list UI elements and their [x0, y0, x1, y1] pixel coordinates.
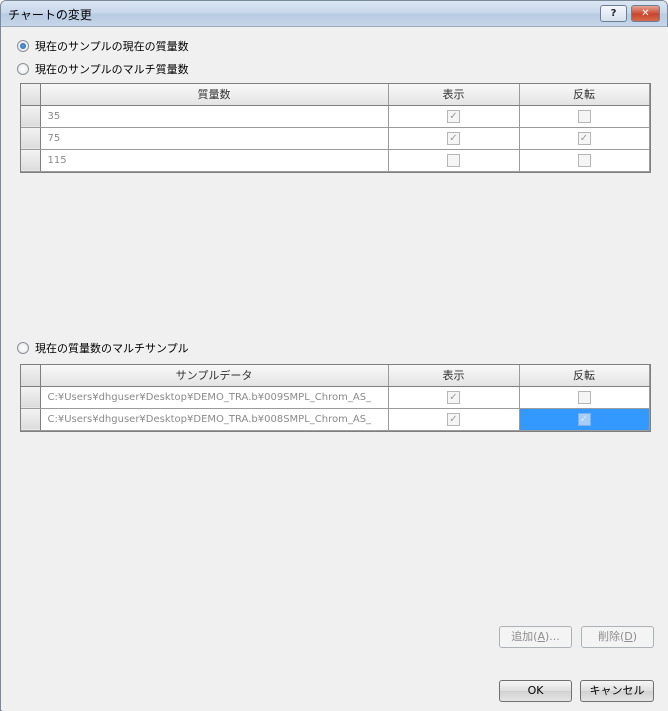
invert-checkbox[interactable]: ✓ [577, 412, 591, 426]
add-accesskey: A [537, 630, 546, 643]
column-header-show[interactable]: 表示 [388, 84, 520, 106]
radio-unchecked-icon[interactable] [17, 63, 29, 75]
sample-path-cell[interactable]: C:¥Users¥dhguser¥Desktop¥DEMO_TRA.b¥008S… [40, 408, 389, 431]
close-button[interactable]: ✕ [631, 5, 660, 22]
table-row[interactable]: C:¥Users¥dhguser¥Desktop¥DEMO_TRA.b¥008S… [21, 408, 650, 431]
dialog-content: 現在のサンプルの現在の質量数 現在のサンプルのマルチ質量数 質量数 表示 反転 … [2, 27, 668, 711]
delete-button[interactable]: 削除(D) [581, 626, 654, 648]
column-header-mass[interactable]: 質量数 [40, 84, 389, 106]
radio-label: 現在のサンプルのマルチ質量数 [35, 63, 189, 76]
column-header-invert[interactable]: 反転 [519, 365, 650, 387]
add-label: 追加( [511, 630, 538, 643]
sample-grid[interactable]: サンプルデータ 表示 反転 C:¥Users¥dhguser¥Desktop¥D… [20, 364, 651, 432]
radio-current-mass-multi-sample[interactable]: 現在の質量数のマルチサンプル [17, 340, 189, 356]
table-row[interactable]: 75 ✓ ✓ [21, 127, 650, 150]
radio-label: 現在のサンプルの現在の質量数 [35, 40, 189, 53]
delete-suffix: ) [632, 630, 638, 643]
help-button[interactable]: ? [600, 5, 627, 22]
invert-checkbox[interactable] [577, 390, 591, 404]
radio-checked-icon[interactable] [17, 40, 29, 52]
radio-current-sample-multi-mass[interactable]: 現在のサンプルのマルチ質量数 [17, 61, 189, 77]
table-row[interactable]: C:¥Users¥dhguser¥Desktop¥DEMO_TRA.b¥009S… [21, 386, 650, 409]
add-button[interactable]: 追加(A)... [499, 626, 572, 648]
radio-current-sample-current-mass[interactable]: 現在のサンプルの現在の質量数 [17, 38, 189, 54]
mass-cell[interactable]: 75 [40, 127, 389, 150]
mass-cell[interactable]: 35 [40, 105, 389, 128]
show-checkbox[interactable]: ✓ [447, 390, 460, 404]
row-header[interactable] [21, 127, 41, 150]
window-title: チャートの変更 [8, 8, 92, 22]
corner-header [21, 365, 41, 387]
title-bar: チャートの変更 ? ✕ [1, 1, 667, 27]
invert-checkbox[interactable] [577, 153, 591, 167]
show-checkbox[interactable]: ✓ [447, 131, 460, 145]
ok-button[interactable]: OK [499, 680, 572, 702]
delete-label: 削除( [597, 630, 625, 643]
row-header[interactable] [21, 408, 41, 431]
row-header[interactable] [21, 386, 41, 409]
column-header-sample-data[interactable]: サンプルデータ [40, 365, 389, 387]
mass-grid[interactable]: 質量数 表示 反転 35 ✓ 75 ✓ ✓ 115 [20, 83, 651, 173]
table-row[interactable]: 115 [21, 149, 650, 172]
radio-label: 現在の質量数のマルチサンプル [35, 342, 189, 355]
row-header[interactable] [21, 149, 41, 172]
show-checkbox[interactable]: ✓ [447, 109, 460, 123]
invert-checkbox[interactable] [577, 109, 591, 123]
sample-path-cell[interactable]: C:¥Users¥dhguser¥Desktop¥DEMO_TRA.b¥009S… [40, 386, 389, 409]
table-row[interactable]: 35 ✓ [21, 105, 650, 128]
corner-header [21, 84, 41, 106]
column-header-invert[interactable]: 反転 [519, 84, 650, 106]
row-header[interactable] [21, 105, 41, 128]
delete-accesskey: D [624, 630, 633, 643]
mass-cell[interactable]: 115 [40, 149, 389, 172]
dialog-window: チャートの変更 ? ✕ 現在のサンプルの現在の質量数 現在のサンプルのマルチ質量… [0, 0, 668, 711]
radio-unchecked-icon[interactable] [17, 342, 29, 354]
invert-checkbox[interactable]: ✓ [577, 131, 591, 145]
show-checkbox[interactable] [447, 153, 460, 167]
cancel-button[interactable]: キャンセル [580, 680, 654, 702]
show-checkbox[interactable]: ✓ [447, 412, 460, 426]
column-header-show[interactable]: 表示 [388, 365, 520, 387]
add-suffix: )... [545, 630, 560, 643]
